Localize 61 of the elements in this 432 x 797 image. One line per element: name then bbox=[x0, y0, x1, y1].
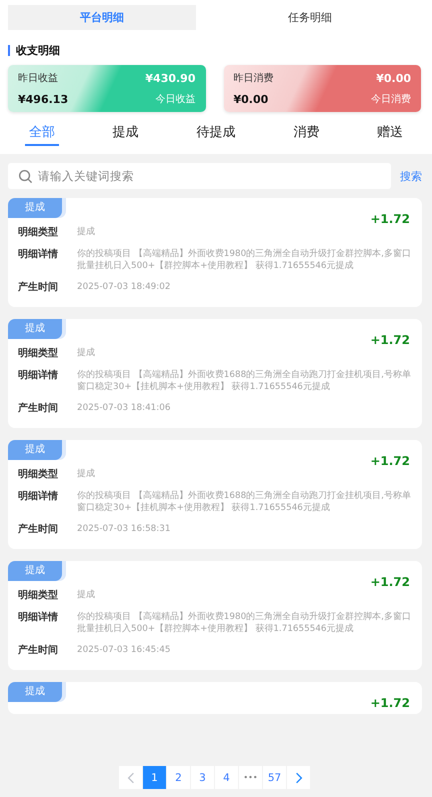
type-tag: 提成 bbox=[8, 682, 62, 702]
card-label: 昨日消费 bbox=[234, 72, 274, 85]
field-value: 提成 bbox=[77, 589, 95, 602]
tab[interactable]: 消费 bbox=[289, 124, 324, 146]
amount: +1.72 bbox=[370, 576, 410, 589]
amount: +1.72 bbox=[370, 334, 410, 347]
tab[interactable]: 全部 bbox=[24, 124, 59, 146]
type-tag: 提成 bbox=[8, 198, 62, 218]
field-value: 你的投稿项目 【高端精品】外面收费1980的三角洲全自动升级打金群控脚本,多窗口批量挂机日入500+【群控脚本+使用教程】 获得1.71655546元提成 bbox=[77, 611, 412, 635]
amount: +1.72 bbox=[370, 213, 410, 226]
tab[interactable]: 平台明细 bbox=[8, 5, 196, 30]
field-label: 产生时间 bbox=[18, 523, 59, 536]
field-value: 你的投稿项目 【高端精品】外面收费1688的三角洲全自动跑刀打金挂机项目,号称单窗口稳定30+【挂机脚本+使用教程】 获得1.71655546元提成 bbox=[77, 369, 412, 393]
field-label: 产生时间 bbox=[18, 644, 59, 657]
page-button[interactable]: 4 bbox=[215, 766, 238, 789]
card-label: 今日消费 bbox=[371, 92, 411, 106]
tab[interactable]: 赠送 bbox=[373, 124, 408, 146]
section-title: 收支明细 bbox=[8, 45, 432, 56]
search-button[interactable]: 搜索 bbox=[400, 168, 422, 184]
field-label: 明细类型 bbox=[18, 468, 59, 481]
type-tag: 提成 bbox=[8, 319, 62, 339]
card-value: ¥0.00 bbox=[234, 92, 268, 106]
type-tag: 提成 bbox=[8, 561, 62, 581]
field-label: 明细详情 bbox=[18, 248, 59, 262]
field-value: 提成 bbox=[77, 226, 95, 239]
tab[interactable]: 提成 bbox=[108, 124, 143, 146]
page-button[interactable]: 2 bbox=[167, 766, 190, 789]
field-value: 2025-07-03 16:45:45 bbox=[77, 644, 170, 657]
page-button[interactable]: 3 bbox=[191, 766, 214, 789]
amount: +1.72 bbox=[370, 697, 410, 710]
next-page-button[interactable] bbox=[287, 766, 310, 789]
field-value: 提成 bbox=[77, 347, 95, 360]
card-label: 今日收益 bbox=[156, 93, 196, 106]
card-value: ¥430.90 bbox=[145, 72, 196, 84]
field-value: 你的投稿项目 【高端精品】外面收费1980的三角洲全自动升级打金群控脚本,多窗口批量挂机日入500+【群控脚本+使用教程】 获得1.71655546元提成 bbox=[77, 248, 412, 272]
chevron-icon bbox=[126, 772, 134, 784]
page-button[interactable]: 57 bbox=[263, 766, 286, 789]
field-label: 明细类型 bbox=[18, 347, 59, 360]
search-field[interactable]: 请输入关键词搜索 bbox=[8, 163, 391, 189]
field-label: 明细类型 bbox=[18, 589, 59, 602]
card-value: ¥496.13 bbox=[18, 92, 68, 106]
field-label: 明细详情 bbox=[18, 369, 59, 383]
field-label: 产生时间 bbox=[18, 402, 59, 415]
more-pages-button[interactable]: ••• bbox=[239, 766, 262, 789]
chevron-icon bbox=[294, 772, 302, 784]
field-label: 产生时间 bbox=[18, 281, 59, 294]
field-value: 2025-07-03 18:49:02 bbox=[77, 281, 170, 294]
page-button[interactable]: 1 bbox=[143, 766, 166, 789]
tab[interactable]: 待提成 bbox=[192, 124, 240, 146]
amount: +1.72 bbox=[370, 455, 410, 468]
field-value: 2025-07-03 16:58:31 bbox=[77, 523, 170, 536]
field-label: 明细类型 bbox=[18, 226, 59, 239]
tab[interactable]: 任务明细 bbox=[216, 5, 404, 30]
field-label: 明细详情 bbox=[18, 490, 59, 504]
type-tag: 提成 bbox=[8, 440, 62, 460]
field-label: 明细详情 bbox=[18, 611, 59, 625]
field-value: 你的投稿项目 【高端精品】外面收费1688的三角洲全自动跑刀打金挂机项目,号称单窗口稳定30+【挂机脚本+使用教程】 获得1.71655546元提成 bbox=[77, 490, 412, 514]
card-value: ¥0.00 bbox=[376, 72, 411, 84]
card-label: 昨日收益 bbox=[18, 72, 58, 85]
field-value: 提成 bbox=[77, 468, 95, 481]
field-value: 2025-07-03 18:41:06 bbox=[77, 402, 170, 415]
